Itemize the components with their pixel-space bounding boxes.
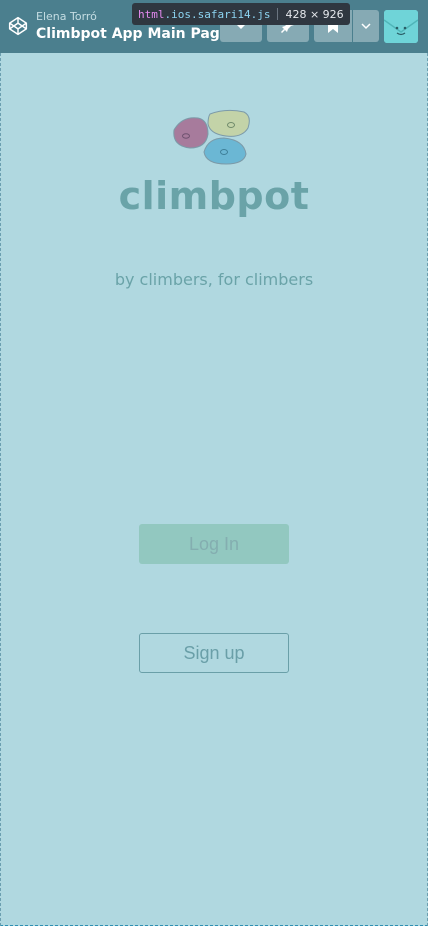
climbpot-logo (168, 106, 254, 170)
login-button[interactable]: Log In (139, 524, 289, 564)
collections-dropdown-button[interactable] (353, 10, 379, 42)
user-avatar[interactable] (384, 10, 418, 43)
tooltip-tag: html (138, 7, 165, 21)
brand-wordmark: climbpot (118, 174, 310, 218)
climbing-holds-icon (173, 109, 250, 165)
element-inspector-tooltip: html .ios.safari14.js 428 × 926 (132, 3, 350, 25)
tooltip-classname: .ios.safari14.js (164, 7, 271, 21)
chevron-down-icon (361, 23, 371, 30)
pen-title: Climbpot App Main Page (36, 26, 230, 42)
tagline: by climbers, for climbers (114, 270, 314, 289)
tooltip-dimensions: 428 × 926 (285, 7, 344, 21)
tooltip-divider (277, 8, 279, 20)
codepen-icon[interactable] (8, 16, 28, 36)
avatar-face-icon (384, 10, 418, 43)
signup-button[interactable]: Sign up (139, 633, 289, 673)
